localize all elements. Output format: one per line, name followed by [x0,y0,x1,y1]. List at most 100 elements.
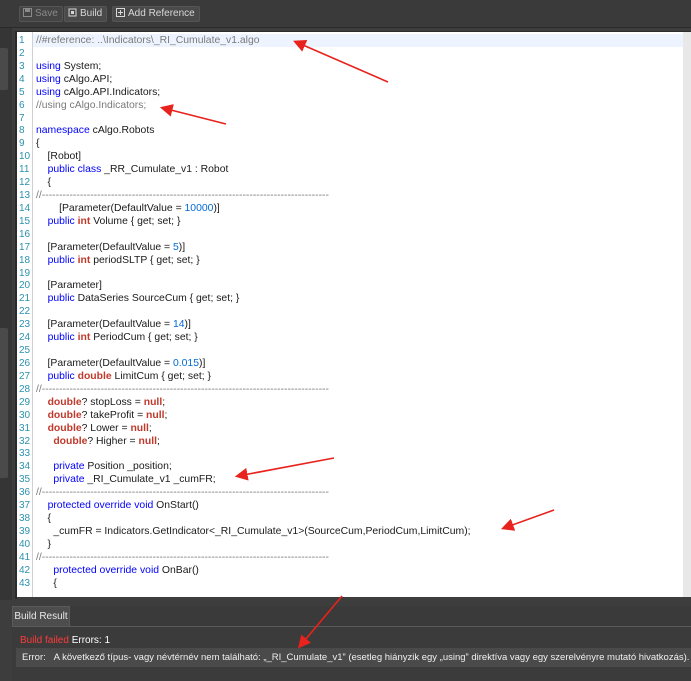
line-number: 22 [19,306,31,318]
code-token: using [36,86,61,98]
line-number: 33 [19,448,31,460]
code-token: double [53,435,88,447]
code-token: _RI_Cumulate_v1 _cumFR; [84,474,216,486]
build-button-label: Build [80,8,103,19]
code-token: double [47,409,82,421]
code-token: periodSLTP { get; set; } [90,254,200,266]
line-number: 14 [19,202,31,214]
code-line: public int periodSLTP { get; set; } [36,254,200,267]
code-token: public [47,370,75,382]
side-tab[interactable] [0,48,8,90]
code-line: [Parameter] [36,279,102,292]
tab-build-result[interactable]: Build Result [12,606,70,626]
code-line: double? takeProfit = null; [36,409,168,422]
code-token: ; [156,435,160,447]
code-token: 14 [172,319,185,331]
code-token: Position _position; [84,461,172,473]
line-number: 28 [19,383,31,395]
code-token: { [36,138,40,150]
line-number: 32 [19,435,31,447]
code-line: public double LimitCum { get; set; } [36,370,211,383]
code-token: System; [60,60,102,72]
line-number: 4 [19,73,25,85]
code-line: [Parameter(DefaultValue = 10000)] [36,202,220,215]
code-line: private Position _position; [36,460,172,473]
code-token: int [77,332,91,344]
code-token: namespace [36,125,90,137]
code-line: double? Lower = null; [36,422,152,435]
line-number: 43 [19,577,31,589]
add-reference-icon [116,8,125,17]
code-token: int [77,215,91,227]
line-number: 20 [19,280,31,292]
code-line: { [36,176,51,189]
line-number: 36 [19,487,31,499]
line-number: 2 [19,47,25,59]
left-side-panel [0,28,12,600]
line-number: 27 [19,370,31,382]
code-token: double [47,396,82,408]
line-number: 17 [19,241,31,253]
code-token: protected [47,500,91,512]
code-token: null [146,409,165,421]
code-token: cAlgo.API.Indicators; [60,86,161,98]
line-number: 31 [19,422,31,434]
code-line: using cAlgo.API.Indicators; [36,86,160,99]
code-token: { [36,513,52,525]
code-token: using [36,60,61,72]
code-token: 10000 [184,202,214,214]
code-line: { [36,577,56,590]
code-token: //--------------------------------------… [36,190,329,202]
line-number: 12 [19,177,31,189]
code-token: cAlgo.API; [60,73,113,85]
line-number: 15 [19,215,31,227]
error-row[interactable]: Error: A következő típus- vagy névtérnév… [16,648,691,667]
build-button[interactable]: Build [64,6,108,22]
side-tab[interactable] [0,328,8,478]
line-number: 30 [19,409,31,421]
code-token: OnBar() [159,564,199,576]
code-token: override [99,564,138,576]
code-token: ; [164,409,168,421]
line-number: 13 [19,190,31,202]
code-token: //#reference: ..\Indicators\_RI_Cumulate… [36,35,260,46]
build-failed-text: Build failed [20,635,69,646]
line-number: 1 [19,35,25,46]
code-token: LimitCum { get; set; } [111,370,212,382]
code-token: OnStart() [153,500,199,512]
line-number: 5 [19,86,25,98]
line-number: 26 [19,358,31,369]
line-number: 24 [19,332,31,344]
code-token: int [77,254,91,266]
code-token: null [138,435,157,447]
vertical-scrollbar[interactable] [683,32,691,597]
line-number: 41 [19,551,31,563]
code-token: double [77,370,112,382]
horizontal-scrollbar[interactable] [17,597,691,602]
code-token: ? Higher = [87,435,139,447]
code-line: } [36,538,51,551]
code-token: ? stopLoss = [81,396,144,408]
result-tab-bar [12,606,691,626]
line-number: 42 [19,564,31,576]
add-reference-button[interactable]: Add Reference [112,6,200,22]
code-line: //--------------------------------------… [36,486,329,499]
code-token: } [36,538,52,550]
code-editor[interactable]: 1 2 3 4 5 6 7 8 9 10 11 12 13 14 15 16 17 18 19 20 21 22 23 24 2… [17,32,691,597]
code-token: [Robot] [36,151,82,163]
line-number: 6 [19,99,25,111]
code-token: [Parameter(DefaultValue = [36,202,185,214]
build-icon [68,8,77,17]
add-reference-button-label: Add Reference [128,8,195,19]
save-button[interactable]: Save [19,6,63,22]
line-number: 16 [19,228,31,240]
code-token: )] [199,358,206,369]
code-line: //#reference: ..\Indicators\_RI_Cumulate… [36,34,260,47]
code-line: [Robot] [36,150,82,163]
code-line: //--------------------------------------… [36,551,329,564]
code-line: private _RI_Cumulate_v1 _cumFR; [36,473,216,486]
line-number: 39 [19,525,31,537]
